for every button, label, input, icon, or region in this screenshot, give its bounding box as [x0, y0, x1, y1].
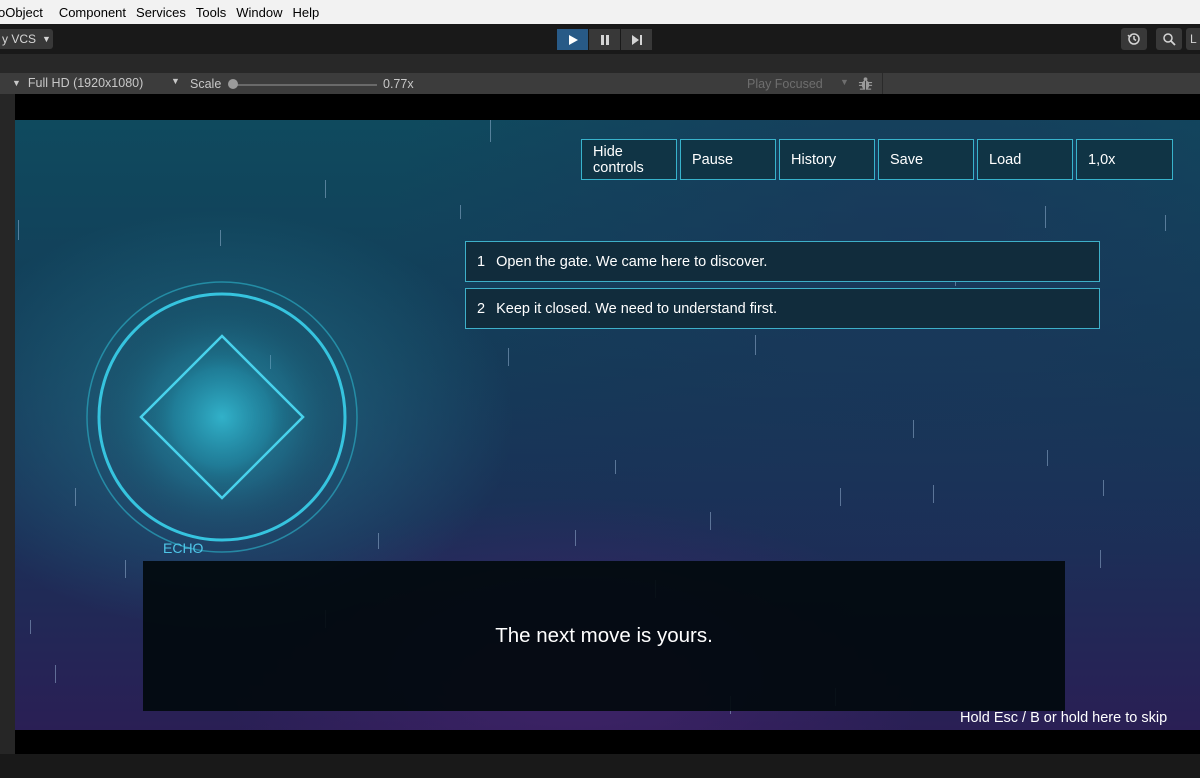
- rain-streak: [615, 460, 616, 474]
- main-toolbar: y VCS ▼ L: [0, 24, 1200, 54]
- left-panel-edge: [0, 94, 15, 754]
- version-control-dropdown[interactable]: y VCS ▼: [0, 29, 53, 49]
- history-button[interactable]: [1121, 28, 1147, 50]
- hide-controls-button[interactable]: Hide controls: [581, 139, 677, 180]
- play-button[interactable]: [557, 29, 588, 50]
- dialogue-text: The next move is yours.: [495, 624, 713, 647]
- bug-icon[interactable]: [858, 76, 873, 91]
- history-icon: [1127, 33, 1140, 45]
- rain-streak: [1165, 215, 1166, 231]
- layers-label: L: [1190, 32, 1197, 46]
- choice-text: Open the gate. We came here to discover.: [496, 253, 768, 270]
- rain-streak: [755, 335, 756, 355]
- menu-tools[interactable]: Tools: [188, 5, 228, 20]
- pause-button[interactable]: [589, 29, 620, 50]
- scale-label: Scale: [190, 77, 222, 91]
- rain-streak: [1047, 450, 1048, 466]
- chevron-down-icon[interactable]: ▼: [840, 77, 849, 87]
- dialogue-box[interactable]: The next move is yours.: [143, 561, 1065, 711]
- play-mode-dropdown[interactable]: Play Focused: [747, 77, 823, 91]
- menu-gameobject[interactable]: oObject: [0, 5, 51, 20]
- pause-icon: [600, 34, 609, 45]
- scale-value: 0.77x: [383, 77, 414, 91]
- rain-streak: [710, 512, 711, 530]
- menu-services[interactable]: Services: [128, 5, 188, 20]
- save-game-button[interactable]: Save: [878, 139, 974, 180]
- load-game-button[interactable]: Load: [977, 139, 1073, 180]
- history-game-button[interactable]: History: [779, 139, 875, 180]
- resolution-label: Full HD (1920x1080): [27, 76, 144, 90]
- game-scene: Hide controls Pause History Save Load 1,…: [15, 120, 1200, 730]
- choice-number: 1: [477, 253, 486, 270]
- rain-streak: [913, 420, 914, 438]
- speed-button[interactable]: 1,0x: [1076, 139, 1173, 180]
- rain-streak: [1100, 550, 1101, 568]
- toolbar-divider: [882, 73, 883, 94]
- step-button[interactable]: [621, 29, 652, 50]
- choice-text: Keep it closed. We need to understand fi…: [496, 300, 778, 317]
- rain-streak: [575, 530, 576, 546]
- menu-bar: oObject Component Services Tools Window …: [0, 0, 1200, 24]
- bottom-status-strip: [0, 754, 1200, 778]
- game-view-toolbar: ▼ Full HD (1920x1080) ▼ Scale 0.77x Play…: [0, 73, 1200, 94]
- rain-streak: [490, 120, 491, 142]
- search-icon: [1163, 33, 1176, 46]
- tab-strip: [0, 54, 1200, 73]
- layers-dropdown[interactable]: L: [1186, 28, 1200, 50]
- rain-streak: [1045, 206, 1046, 228]
- skip-hint[interactable]: Hold Esc / B or hold here to skip: [960, 710, 1167, 726]
- search-button[interactable]: [1156, 28, 1182, 50]
- choice-option-1[interactable]: 1 Open the gate. We came here to discove…: [465, 241, 1100, 282]
- resolution-dropdown[interactable]: ▼ Full HD (1920x1080): [12, 76, 143, 90]
- scale-slider-handle[interactable]: [228, 79, 238, 89]
- speaker-name: ECHO: [163, 540, 204, 556]
- menu-help[interactable]: Help: [285, 5, 322, 20]
- rain-streak: [460, 205, 461, 219]
- rain-streak: [508, 348, 509, 366]
- pause-game-button[interactable]: Pause: [680, 139, 776, 180]
- rain-streak: [378, 533, 379, 549]
- play-icon: [568, 34, 578, 45]
- scale-slider-track[interactable]: [232, 84, 377, 86]
- choice-number: 2: [477, 300, 486, 317]
- rain-streak: [75, 488, 76, 506]
- chevron-down-icon: ▼: [42, 34, 51, 44]
- chevron-down-icon: ▼: [12, 78, 21, 88]
- chevron-down-icon[interactable]: ▼: [171, 76, 180, 86]
- menu-component[interactable]: Component: [51, 5, 128, 20]
- rain-streak: [18, 220, 19, 240]
- rain-streak: [933, 485, 934, 503]
- choice-option-2[interactable]: 2 Keep it closed. We need to understand …: [465, 288, 1100, 329]
- step-icon: [631, 34, 642, 45]
- vcs-label: y VCS: [2, 32, 37, 46]
- menu-window[interactable]: Window: [228, 5, 284, 20]
- rain-streak: [1103, 480, 1104, 496]
- rain-streak: [220, 230, 221, 246]
- game-view: Hide controls Pause History Save Load 1,…: [0, 94, 1200, 754]
- rain-streak: [30, 620, 31, 634]
- rain-streak: [840, 488, 841, 506]
- rain-streak: [55, 665, 56, 683]
- rain-streak: [125, 560, 126, 578]
- play-controls: [557, 29, 652, 50]
- rain-streak: [325, 180, 326, 198]
- speaker-emblem-icon: [86, 281, 358, 553]
